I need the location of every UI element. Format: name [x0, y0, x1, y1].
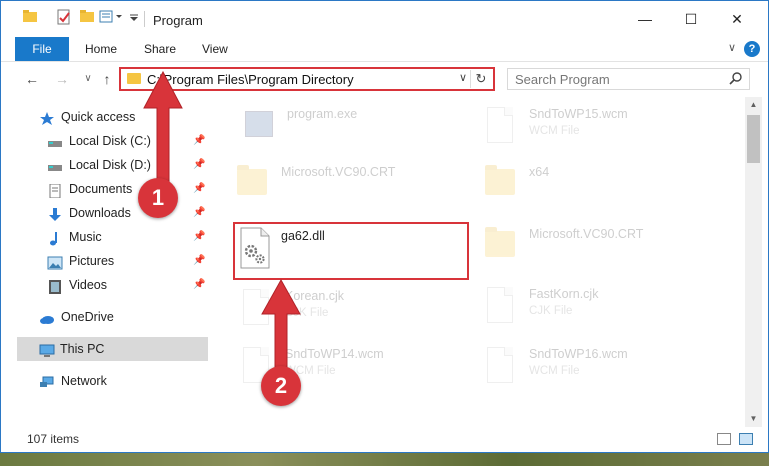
drive-icon: [47, 134, 63, 148]
navigation-bar: ← → ∨ ↑ C:\Program Files\Program Directo…: [1, 62, 768, 96]
sidebar-item-label: This PC: [60, 342, 105, 356]
expand-ribbon-icon[interactable]: ∨: [728, 41, 736, 54]
window-title: Program: [153, 13, 203, 28]
tab-view[interactable]: View: [202, 37, 228, 61]
file-item[interactable]: x64: [481, 161, 721, 215]
pin-icon[interactable]: 📌: [193, 129, 205, 153]
file-type: WCM File: [529, 125, 580, 137]
cloud-icon: [39, 310, 55, 324]
file-name: program.exe: [287, 107, 358, 121]
file-type: WCM File: [529, 365, 580, 377]
sidebar-item-label: Quick access: [61, 110, 136, 124]
refresh-button[interactable]: ↻: [470, 70, 491, 88]
pictures-icon: [47, 254, 63, 270]
tab-file[interactable]: File: [15, 37, 69, 61]
forward-button[interactable]: →: [51, 68, 73, 90]
sidebar-item-label: Network: [61, 374, 107, 388]
folder-icon: [23, 9, 37, 27]
customize-toolbar-icon[interactable]: [129, 9, 139, 27]
network-icon: [39, 374, 55, 388]
sidebar-item-pictures[interactable]: Pictures 📌: [47, 249, 209, 273]
pin-icon[interactable]: 📌: [193, 225, 205, 249]
folder-icon: [233, 163, 273, 209]
star-icon: [39, 110, 55, 125]
sidebar-item-label: Music: [69, 230, 102, 244]
file-name: SndToWP16.wcm: [529, 347, 628, 361]
item-count: 107 items: [27, 432, 80, 446]
pin-icon[interactable]: 📌: [193, 273, 205, 297]
help-button[interactable]: ?: [744, 41, 760, 57]
file-item[interactable]: Microsoft.VC90.CRT: [481, 223, 721, 277]
music-icon: [47, 230, 63, 246]
file-name: FastKorn.cjk: [529, 287, 599, 301]
videos-icon: [47, 278, 63, 294]
pin-icon[interactable]: 📌: [193, 177, 205, 201]
up-button[interactable]: ↑: [96, 68, 118, 90]
maximize-button[interactable]: ☐: [668, 1, 714, 37]
search-input[interactable]: Search Program: [515, 72, 610, 87]
file-item[interactable]: SndToWP15.wcm WCM File: [481, 103, 721, 157]
title-bar: Program — ☐ ✕: [1, 1, 768, 37]
file-item[interactable]: Microsoft.VC90.CRT: [233, 161, 473, 215]
sidebar-item-label: Pictures: [69, 254, 115, 268]
step-2-badge: 2: [261, 366, 301, 406]
sidebar-item-label: Downloads: [69, 206, 131, 220]
download-icon: [47, 206, 63, 221]
computer-icon: [39, 342, 55, 357]
sidebar-item-this-pc[interactable]: This PC: [17, 337, 208, 361]
sidebar-item-music[interactable]: Music 📌: [47, 225, 209, 249]
step-1-badge: 1: [138, 178, 178, 218]
close-button[interactable]: ✕: [714, 1, 760, 37]
file-name: Microsoft.VC90.CRT: [529, 227, 644, 241]
scroll-up-icon[interactable]: ▲: [745, 97, 762, 113]
vertical-scrollbar[interactable]: ▲ ▼: [745, 97, 762, 427]
scroll-thumb[interactable]: [747, 115, 760, 163]
minimize-button[interactable]: —: [622, 1, 668, 37]
sidebar-item-network[interactable]: Network: [39, 369, 209, 393]
drive-icon: [47, 158, 63, 172]
document-icon: [481, 105, 521, 151]
scroll-down-icon[interactable]: ▼: [745, 411, 762, 427]
documents-icon: [47, 182, 63, 199]
address-dropdown-icon[interactable]: ∨: [459, 71, 467, 84]
sidebar-item-downloads[interactable]: Downloads 📌: [47, 201, 209, 225]
sidebar-item-label: Documents: [69, 182, 133, 196]
folder-icon: [481, 225, 521, 271]
properties-icon[interactable]: [56, 9, 72, 27]
file-item[interactable]: SndToWP16.wcm WCM File: [481, 343, 721, 397]
large-icons-view-icon[interactable]: [739, 433, 753, 445]
details-view-icon[interactable]: [717, 433, 731, 445]
sidebar-item-label: OneDrive: [61, 310, 114, 324]
document-icon: [481, 285, 521, 331]
sidebar-item-videos[interactable]: Videos 📌: [47, 273, 209, 297]
document-icon: [481, 345, 521, 391]
ribbon-tabs: File Home Share View ∨ ?: [1, 37, 768, 62]
search-icon: [729, 71, 743, 88]
sidebar-item-label: Videos: [69, 278, 107, 292]
file-item[interactable]: program.exe: [239, 103, 479, 157]
tab-home[interactable]: Home: [85, 37, 117, 61]
file-name: Microsoft.VC90.CRT: [281, 165, 396, 179]
file-name: SndToWP15.wcm: [529, 107, 628, 121]
status-bar: 107 items: [1, 427, 768, 452]
pin-icon[interactable]: 📌: [193, 153, 205, 177]
sidebar-item-onedrive[interactable]: OneDrive: [39, 305, 209, 329]
title-divider: [144, 11, 145, 27]
search-box[interactable]: Search Program: [507, 68, 750, 90]
desktop-background: [0, 453, 769, 466]
view-options-icon[interactable]: [99, 9, 125, 27]
file-item[interactable]: FastKorn.cjk CJK File: [481, 283, 721, 337]
pin-icon[interactable]: 📌: [193, 249, 205, 273]
folder-icon: [481, 163, 521, 209]
file-highlight-box: [233, 222, 469, 280]
back-button[interactable]: ←: [21, 68, 43, 90]
file-name: x64: [529, 165, 550, 179]
file-type: CJK File: [529, 305, 573, 317]
tab-share[interactable]: Share: [144, 37, 176, 61]
exe-icon: [239, 105, 279, 151]
pin-icon[interactable]: 📌: [193, 201, 205, 225]
new-folder-icon[interactable]: [80, 9, 94, 27]
